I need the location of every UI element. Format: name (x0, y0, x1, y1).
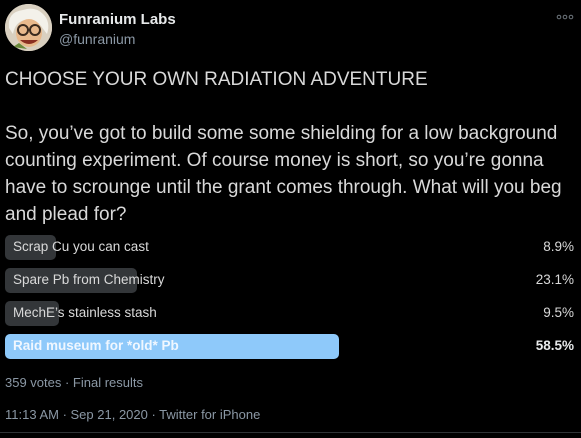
cartoon-scientist-avatar-icon (5, 4, 52, 51)
tweet-timestamp[interactable]: 11:13 AM · Sep 21, 2020 · Twitter for iP… (5, 407, 260, 422)
poll-option-percent: 9.5% (543, 305, 574, 320)
poll-option-percent: 58.5% (535, 338, 574, 353)
poll-option: Scrap Cu you can cast 8.9% (5, 235, 576, 260)
poll: Scrap Cu you can cast 8.9% Spare Pb from… (5, 235, 576, 367)
poll-option-percent: 23.1% (535, 272, 574, 287)
poll-option-percent: 8.9% (543, 239, 574, 254)
poll-option-label: Raid museum for *old* Pb (13, 338, 179, 353)
poll-option-label: Scrap Cu you can cast (13, 239, 149, 254)
ellipsis-icon[interactable] (556, 13, 574, 21)
poll-option-label: Spare Pb from Chemistry (13, 272, 165, 287)
poll-option-winner: Raid museum for *old* Pb 58.5% (5, 334, 576, 359)
divider (0, 432, 581, 433)
poll-option: MechE’s stainless stash 9.5% (5, 301, 576, 326)
poll-option-label: MechE’s stainless stash (13, 305, 157, 320)
author-handle[interactable]: @funranium (59, 31, 135, 47)
author-name[interactable]: Funranium Labs (59, 11, 176, 28)
avatar[interactable] (5, 4, 52, 51)
poll-option: Spare Pb from Chemistry 23.1% (5, 268, 576, 293)
poll-votes-status: 359 votes · Final results (5, 375, 144, 390)
tweet-header: Funranium Labs @funranium (5, 4, 576, 54)
tweet-text: CHOOSE YOUR OWN RADIATION ADVENTURE So, … (5, 69, 562, 225)
